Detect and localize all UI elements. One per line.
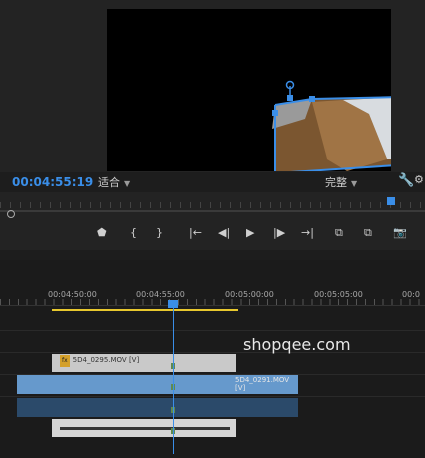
lift-icon[interactable]: ⧉ bbox=[335, 226, 343, 240]
add-marker-button[interactable]: ⬟ bbox=[97, 226, 107, 240]
scrub-playhead[interactable] bbox=[387, 197, 395, 205]
ruler-timecode: 00:04:55:00 bbox=[136, 290, 185, 299]
step-back-button[interactable]: ◀| bbox=[218, 226, 230, 240]
track-divider bbox=[0, 330, 425, 331]
playback-quality-dropdown[interactable]: 完整 ▼ bbox=[325, 174, 387, 190]
transformed-clip[interactable] bbox=[107, 9, 391, 171]
clip-v1-label: 5D4_0291.MOV [V] bbox=[235, 376, 290, 392]
playhead-timecode[interactable]: 00:04:55:19 bbox=[12, 175, 93, 189]
audio-clip-a2[interactable] bbox=[52, 419, 236, 437]
mark-out-button[interactable]: } bbox=[156, 226, 163, 240]
ruler-timecode: 00:05:00:00 bbox=[225, 290, 274, 299]
playhead-handle[interactable] bbox=[168, 300, 178, 308]
audio-waveform bbox=[60, 427, 230, 430]
clip-v2-label: 5D4_0295.MOV [V] bbox=[72, 356, 140, 364]
zoom-fit-dropdown[interactable]: 适合 ▼ bbox=[98, 174, 160, 190]
clip-v2[interactable]: fx 5D4_0295.MOV [V] bbox=[52, 354, 236, 372]
chevron-down-icon: ▼ bbox=[124, 179, 131, 188]
timeline-playhead[interactable] bbox=[173, 304, 174, 454]
ruler-timecode: 00:0 bbox=[402, 290, 420, 299]
settings-icon[interactable]: ⚙ bbox=[414, 173, 424, 186]
watermark-text: shopqee.com bbox=[243, 335, 351, 354]
ruler-divider bbox=[0, 305, 425, 306]
fx-icon: fx bbox=[60, 355, 70, 367]
go-to-in-button[interactable]: |← bbox=[189, 226, 202, 240]
work-area-bar[interactable] bbox=[52, 309, 238, 311]
scrub-track[interactable] bbox=[0, 210, 425, 212]
go-to-out-button[interactable]: →| bbox=[301, 226, 314, 240]
audio-clip-a1[interactable] bbox=[17, 398, 298, 417]
ruler-timecode: 00:04:50:00 bbox=[48, 290, 97, 299]
play-button[interactable]: ▶ bbox=[246, 226, 254, 240]
wrench-icon[interactable]: 🔧 bbox=[398, 173, 414, 188]
playback-quality-label: 完整 bbox=[325, 176, 347, 189]
transport-controls bbox=[0, 222, 425, 250]
step-forward-button[interactable]: |▶ bbox=[273, 226, 285, 240]
scrub-start-handle[interactable] bbox=[7, 210, 15, 218]
mark-in-button[interactable]: { bbox=[130, 226, 137, 240]
track-divider bbox=[0, 352, 425, 353]
scrub-ticks bbox=[0, 202, 425, 208]
export-frame-camera-icon[interactable]: 📷 bbox=[393, 226, 407, 240]
ruler-timecode: 00:05:05:00 bbox=[314, 290, 363, 299]
extract-icon[interactable]: ⧉ bbox=[364, 226, 372, 240]
chevron-down-icon: ▼ bbox=[351, 179, 358, 188]
clip-v1[interactable]: 5D4_0291.MOV [V] bbox=[17, 375, 298, 394]
track-divider bbox=[0, 396, 425, 397]
video-preview[interactable] bbox=[107, 9, 391, 171]
zoom-fit-label: 适合 bbox=[98, 176, 120, 189]
